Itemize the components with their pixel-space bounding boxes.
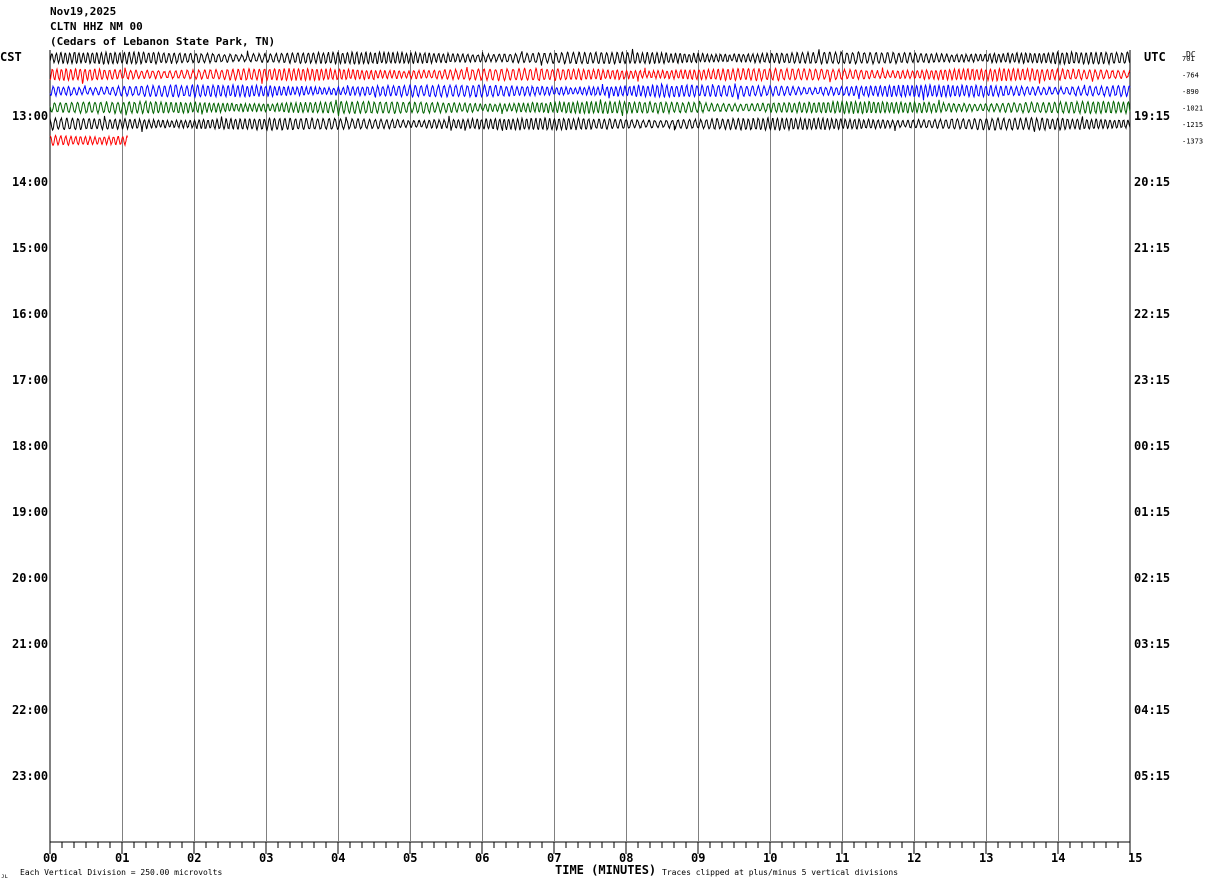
utc-hour-label: 02:15 (1134, 571, 1170, 585)
cst-hour-label: 19:00 (12, 505, 48, 519)
cst-hour-label: 13:00 (12, 109, 48, 123)
utc-hour-label: 22:15 (1134, 307, 1170, 321)
cst-hour-label: 22:00 (12, 703, 48, 717)
x-tick-label: 15 (1128, 851, 1142, 865)
trace-row-3 (49, 99, 1131, 116)
cst-hour-label: 21:00 (12, 637, 48, 651)
cst-label: CST (0, 50, 22, 64)
dc-offset-label: -1021 (1182, 105, 1203, 113)
utc-hour-label: 21:15 (1134, 241, 1170, 255)
x-tick-label: 13 (979, 851, 993, 865)
utc-hour-label: 00:15 (1134, 439, 1170, 453)
x-tick-label: 08 (619, 851, 633, 865)
dc-offset-label: -1215 (1182, 121, 1203, 129)
scale-note: Each Vertical Division = 250.00 microvol… (20, 868, 222, 877)
utc-hour-label: 20:15 (1134, 175, 1170, 189)
axis-labels: CST UTC DC TIME (MINUTES) Each Vertical … (0, 50, 1203, 880)
x-tick-label: 05 (403, 851, 417, 865)
trace-row-4 (49, 115, 1131, 132)
x-tick-label: 09 (691, 851, 705, 865)
utc-hour-label: 04:15 (1134, 703, 1170, 717)
dc-offset-label: -1373 (1182, 138, 1203, 146)
trace-row-1 (49, 66, 1131, 84)
traces (49, 48, 1131, 147)
utc-hour-label: 19:15 (1134, 109, 1170, 123)
x-axis-title: TIME (MINUTES) (555, 863, 656, 877)
utc-hour-label: 05:15 (1134, 769, 1170, 783)
utc-hour-label: 23:15 (1134, 373, 1170, 387)
x-tick-label: 10 (763, 851, 777, 865)
cst-hour-label: 20:00 (12, 571, 48, 585)
x-tick-label: 14 (1051, 851, 1065, 865)
x-tick-label: 00 (43, 851, 57, 865)
x-tick-label: 06 (475, 851, 489, 865)
x-tick-label: 01 (115, 851, 129, 865)
x-tick-label: 12 (907, 851, 921, 865)
trace-row-2 (49, 82, 1131, 101)
x-tick-label: 11 (835, 851, 849, 865)
grid (49, 50, 1131, 854)
dc-offset-label: 701 (1182, 55, 1195, 63)
x-tick-label: 03 (259, 851, 273, 865)
cst-hour-label: 16:00 (12, 307, 48, 321)
x-tick-label: 02 (187, 851, 201, 865)
utc-hour-label: 01:15 (1134, 505, 1170, 519)
trace-row-5 (49, 134, 128, 147)
trace-row-0 (49, 48, 1131, 66)
utc-label: UTC (1144, 50, 1166, 64)
cst-hour-label: 15:00 (12, 241, 48, 255)
cst-hour-label: 14:00 (12, 175, 48, 189)
cst-hour-label: 17:00 (12, 373, 48, 387)
cst-hour-label: 23:00 (12, 769, 48, 783)
x-tick-label: 04 (331, 851, 345, 865)
dc-offset-label: -764 (1182, 72, 1199, 80)
helicorder-plot: CST UTC DC TIME (MINUTES) Each Vertical … (0, 48, 1203, 880)
corner-mark: ᴊʟ (1, 873, 8, 880)
cst-hour-label: 18:00 (12, 439, 48, 453)
dc-offset-label: -890 (1182, 88, 1199, 96)
x-tick-label: 07 (547, 851, 561, 865)
clip-note: Traces clipped at plus/minus 5 vertical … (662, 868, 898, 877)
utc-hour-label: 03:15 (1134, 637, 1170, 651)
